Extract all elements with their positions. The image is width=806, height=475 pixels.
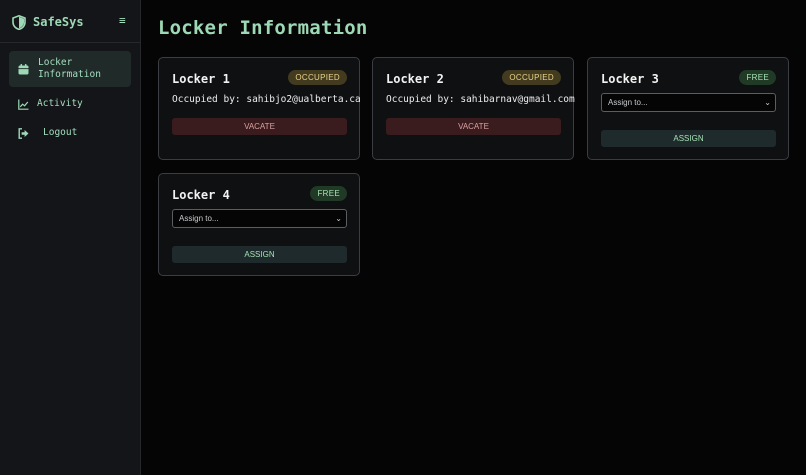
app-name: SafeSys — [33, 15, 84, 29]
locker-title: Locker 3 — [601, 72, 659, 86]
assign-button[interactable]: ASSIGN — [601, 130, 776, 147]
assign-select-value: Assign to... — [179, 214, 219, 223]
sidebar-item-label: Logout — [43, 127, 78, 138]
locker-card-3: Locker 3 FREE Assign to... ⌄ ASSIGN — [587, 57, 789, 160]
status-badge: OCCUPIED — [502, 70, 561, 85]
vacate-button[interactable]: VACATE — [172, 118, 347, 135]
locker-card-1: Locker 1 OCCUPIED Occupied by: sahibjo2@… — [158, 57, 361, 160]
vacate-button[interactable]: VACATE — [386, 118, 561, 135]
sidebar-item-logout[interactable]: Logout — [9, 124, 131, 142]
sidebar-divider — [0, 42, 141, 43]
locker-card-2: Locker 2 OCCUPIED Occupied by: sahibarna… — [372, 57, 575, 160]
status-badge: OCCUPIED — [288, 70, 347, 85]
occupant-text: Occupied by: sahibjo2@ualberta.ca — [172, 94, 361, 105]
sidebar-item-locker-information[interactable]: Locker Information — [9, 51, 131, 87]
hamburger-menu-icon[interactable]: ≡ — [119, 13, 126, 29]
sidebar-item-label: Locker Information — [38, 57, 101, 80]
status-badge: FREE — [739, 70, 776, 85]
assign-select[interactable]: Assign to... ⌄ — [601, 93, 776, 112]
shield-icon — [12, 14, 26, 30]
locker-title: Locker 4 — [172, 188, 230, 202]
logout-icon — [18, 127, 29, 139]
calendar-icon — [18, 63, 29, 74]
sidebar: SafeSys ≡ Locker Information Activity Lo… — [0, 0, 141, 475]
assign-select[interactable]: Assign to... ⌄ — [172, 209, 347, 228]
brand: SafeSys — [12, 13, 84, 31]
status-badge: FREE — [310, 186, 347, 201]
page-title: Locker Information — [158, 17, 368, 39]
chart-line-icon — [18, 99, 29, 110]
chevron-down-icon: ⌄ — [764, 98, 771, 107]
chevron-down-icon: ⌄ — [335, 214, 342, 223]
assign-select-value: Assign to... — [608, 98, 648, 107]
locker-title: Locker 1 — [172, 72, 230, 86]
sidebar-item-label: Activity — [37, 98, 83, 109]
occupant-text: Occupied by: sahibarnav@gmail.com — [386, 94, 575, 105]
locker-card-4: Locker 4 FREE Assign to... ⌄ ASSIGN — [158, 173, 360, 276]
locker-title: Locker 2 — [386, 72, 444, 86]
sidebar-item-activity[interactable]: Activity — [9, 95, 131, 113]
assign-button[interactable]: ASSIGN — [172, 246, 347, 263]
